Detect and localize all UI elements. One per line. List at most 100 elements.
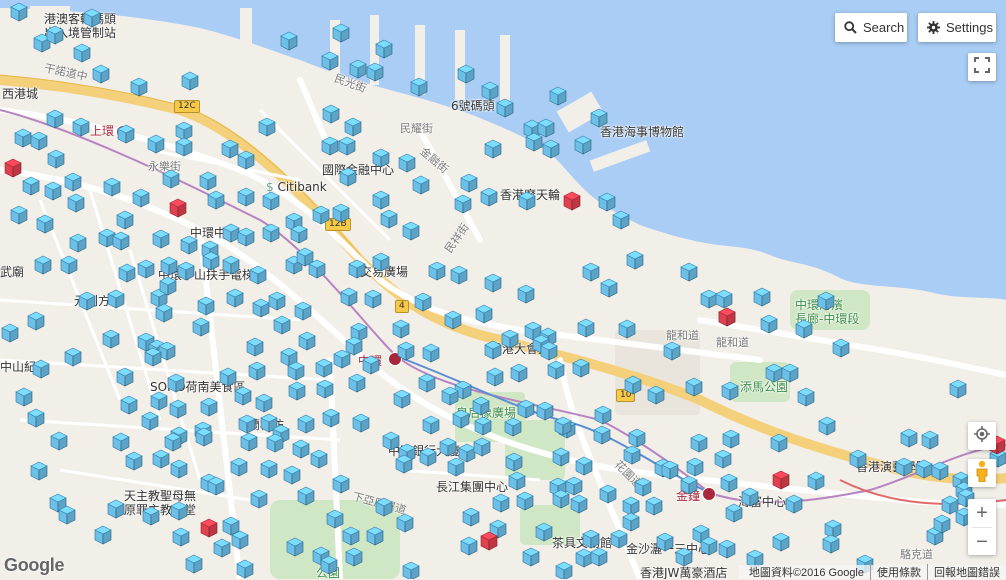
blue-marker[interactable]: [169, 501, 189, 521]
blue-marker[interactable]: [331, 474, 351, 494]
blue-marker[interactable]: [485, 367, 505, 387]
zoom-out-button[interactable]: −: [968, 528, 996, 556]
blue-marker[interactable]: [9, 205, 29, 225]
blue-marker[interactable]: [438, 437, 458, 457]
blue-marker[interactable]: [483, 273, 503, 293]
blue-marker[interactable]: [206, 190, 226, 210]
blue-marker[interactable]: [817, 416, 837, 436]
blue-marker[interactable]: [459, 536, 479, 556]
blue-marker[interactable]: [821, 534, 841, 554]
blue-marker[interactable]: [29, 131, 49, 151]
blue-marker[interactable]: [93, 525, 113, 545]
blue-marker[interactable]: [392, 389, 412, 409]
blue-marker[interactable]: [282, 465, 302, 485]
blue-marker[interactable]: [49, 431, 69, 451]
blue-marker[interactable]: [503, 417, 523, 437]
blue-marker[interactable]: [201, 251, 221, 271]
blue-marker[interactable]: [443, 310, 463, 330]
blue-marker[interactable]: [500, 329, 520, 349]
blue-marker[interactable]: [265, 433, 285, 453]
blue-marker[interactable]: [321, 104, 341, 124]
blue-marker[interactable]: [548, 86, 568, 106]
blue-marker[interactable]: [471, 396, 491, 416]
blue-marker[interactable]: [235, 559, 255, 579]
blue-marker[interactable]: [374, 39, 394, 59]
blue-marker[interactable]: [576, 318, 596, 338]
blue-marker[interactable]: [418, 447, 438, 467]
blue-marker[interactable]: [31, 359, 51, 379]
blue-marker[interactable]: [338, 167, 358, 187]
blue-marker[interactable]: [453, 194, 473, 214]
blue-marker[interactable]: [440, 386, 460, 406]
blue-marker[interactable]: [106, 499, 126, 519]
blue-marker[interactable]: [341, 526, 361, 546]
blue-marker[interactable]: [546, 360, 566, 380]
blue-marker[interactable]: [257, 117, 277, 137]
blue-marker[interactable]: [483, 340, 503, 360]
blue-marker[interactable]: [293, 301, 313, 321]
blue-marker[interactable]: [593, 405, 613, 425]
blue-marker[interactable]: [176, 261, 196, 281]
blue-marker[interactable]: [158, 276, 178, 296]
blue-marker[interactable]: [9, 2, 29, 22]
blue-marker[interactable]: [724, 503, 744, 523]
blue-marker[interactable]: [948, 379, 968, 399]
blue-marker[interactable]: [894, 457, 914, 477]
blue-marker[interactable]: [71, 117, 91, 137]
red-marker[interactable]: [3, 158, 23, 178]
blue-marker[interactable]: [491, 493, 511, 513]
blue-marker[interactable]: [771, 532, 791, 552]
blue-marker[interactable]: [285, 537, 305, 557]
blue-marker[interactable]: [401, 221, 421, 241]
blue-marker[interactable]: [331, 203, 351, 223]
blue-marker[interactable]: [143, 347, 163, 367]
blue-marker[interactable]: [374, 497, 394, 517]
blue-marker[interactable]: [225, 288, 245, 308]
blue-marker[interactable]: [248, 265, 268, 285]
blue-marker[interactable]: [351, 413, 371, 433]
blue-marker[interactable]: [720, 381, 740, 401]
blue-marker[interactable]: [115, 210, 135, 230]
blue-marker[interactable]: [45, 25, 65, 45]
blue-marker[interactable]: [221, 255, 241, 275]
blue-marker[interactable]: [363, 289, 383, 309]
blue-marker[interactable]: [29, 461, 49, 481]
terms-link[interactable]: 使用條款: [870, 564, 927, 580]
blue-marker[interactable]: [259, 459, 279, 479]
blue-marker[interactable]: [14, 387, 34, 407]
blue-marker[interactable]: [72, 43, 92, 63]
blue-marker[interactable]: [507, 471, 527, 491]
blue-marker[interactable]: [617, 319, 637, 339]
blue-marker[interactable]: [151, 449, 171, 469]
blue-marker[interactable]: [759, 314, 779, 334]
blue-marker[interactable]: [379, 209, 399, 229]
blue-marker[interactable]: [151, 229, 171, 249]
blue-marker[interactable]: [515, 491, 535, 511]
blue-marker[interactable]: [57, 505, 77, 525]
blue-marker[interactable]: [516, 284, 536, 304]
blue-marker[interactable]: [589, 108, 609, 128]
blue-marker[interactable]: [196, 296, 216, 316]
blue-marker[interactable]: [401, 561, 421, 579]
blue-marker[interactable]: [674, 547, 694, 567]
blue-marker[interactable]: [609, 529, 629, 549]
blue-marker[interactable]: [421, 343, 441, 363]
blue-marker[interactable]: [111, 231, 131, 251]
blue-marker[interactable]: [784, 494, 804, 514]
blue-marker[interactable]: [796, 387, 816, 407]
blue-marker[interactable]: [597, 192, 617, 212]
blue-marker[interactable]: [516, 399, 536, 419]
blue-marker[interactable]: [124, 451, 144, 471]
blue-marker[interactable]: [371, 252, 391, 272]
blue-marker[interactable]: [622, 445, 642, 465]
blue-marker[interactable]: [180, 71, 200, 91]
blue-marker[interactable]: [899, 428, 919, 448]
blue-marker[interactable]: [111, 432, 131, 452]
blue-marker[interactable]: [581, 529, 601, 549]
blue-marker[interactable]: [574, 456, 594, 476]
settings-button[interactable]: Settings: [918, 13, 996, 42]
blue-marker[interactable]: [171, 527, 191, 547]
blue-marker[interactable]: [473, 416, 493, 436]
blue-marker[interactable]: [337, 136, 357, 156]
blue-marker[interactable]: [267, 291, 287, 311]
